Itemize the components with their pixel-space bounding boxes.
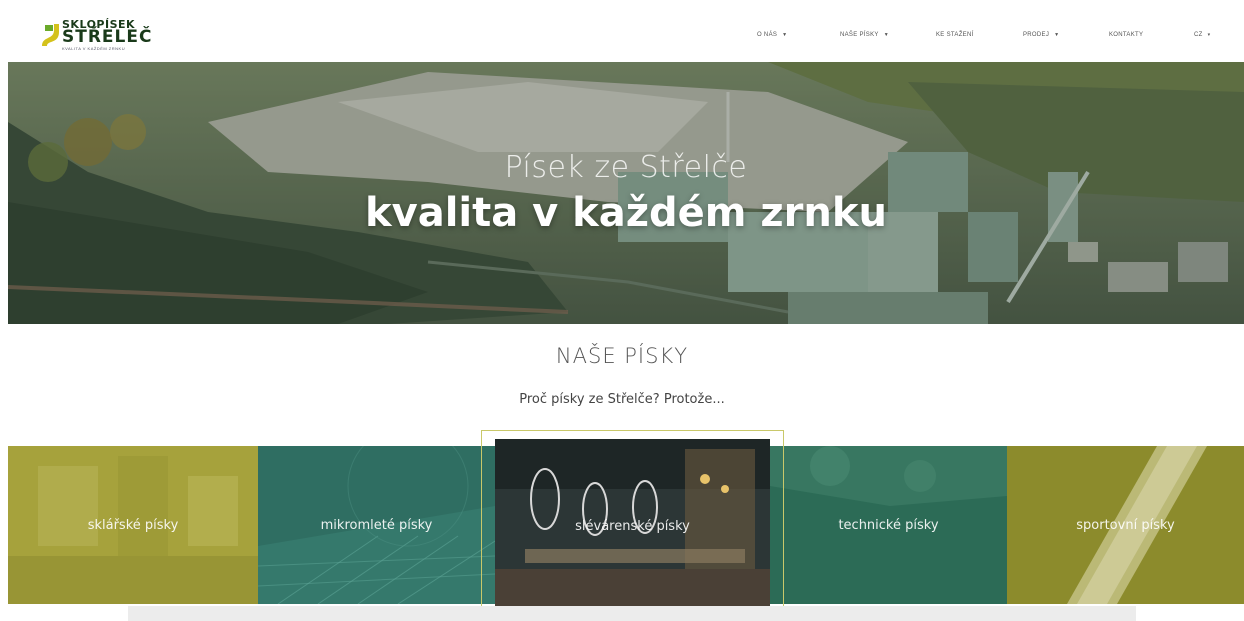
nav-item-label: KE STAŽENÍ	[936, 32, 974, 38]
tile-technicke-pisky[interactable]: technické písky	[770, 446, 1007, 604]
tile-sklarske-pisky[interactable]: sklářské písky	[8, 446, 258, 604]
chevron-down-icon: ▼	[782, 32, 788, 38]
site-logo[interactable]: SKLOPÍSEK STŘELEČ KVALITA V KAŽDÉM ZRNKU	[40, 16, 160, 52]
chevron-down-icon: ▼	[883, 32, 889, 38]
logo-main-text: STŘELEČ	[62, 27, 153, 47]
nav-item-prodej[interactable]: PRODEJ ▼	[1023, 32, 1059, 38]
hero-subtitle: Písek ze Střelče	[504, 150, 748, 185]
tile-label: technické písky	[838, 518, 939, 533]
tile-slevarenske-pisky[interactable]: slévárenské písky	[495, 439, 770, 611]
language-switcher[interactable]: CZ ▾	[1194, 32, 1210, 38]
tile-sportovni-pisky[interactable]: sportovní písky	[1007, 446, 1244, 604]
section-title: NAŠE PÍSKY	[555, 344, 689, 368]
section-footer-bar	[128, 606, 1136, 621]
hero-title: kvalita v každém zrnku	[365, 190, 887, 236]
chevron-down-icon: ▼	[1054, 32, 1060, 38]
nav-item-nase-pisky[interactable]: NAŠE PÍSKY ▼	[840, 32, 889, 38]
tile-label: slévárenské písky	[575, 519, 690, 534]
chevron-down-icon: ▾	[1207, 32, 1211, 38]
nav-item-ke-stazeni[interactable]: KE STAŽENÍ	[936, 32, 974, 38]
nav-item-label: NAŠE PÍSKY	[840, 32, 879, 38]
nav-item-label: PRODEJ	[1023, 32, 1050, 38]
site-header: SKLOPÍSEK STŘELEČ KVALITA V KAŽDÉM ZRNKU…	[8, 0, 1244, 60]
logo-mark-icon	[42, 24, 59, 46]
tile-label: sklářské písky	[87, 518, 179, 533]
section-subtitle: Proč písky ze Střelče? Protože...	[519, 392, 725, 407]
nav-item-o-nas[interactable]: O NÁS ▼	[757, 32, 787, 38]
logo-tagline: KVALITA V KAŽDÉM ZRNKU	[62, 46, 126, 51]
nav-item-label: KONTAKTY	[1109, 32, 1144, 38]
nav-item-label: CZ	[1194, 32, 1203, 38]
nav-item-kontakty[interactable]: KONTAKTY	[1109, 32, 1143, 38]
tile-label: sportovní písky	[1076, 518, 1175, 533]
hero-banner: Písek ze Střelče kvalita v každém zrnku	[8, 62, 1244, 324]
tile-mikromlete-pisky[interactable]: mikromleté písky	[258, 446, 495, 604]
tile-label: mikromleté písky	[320, 518, 433, 533]
nav-item-label: O NÁS	[757, 32, 778, 38]
